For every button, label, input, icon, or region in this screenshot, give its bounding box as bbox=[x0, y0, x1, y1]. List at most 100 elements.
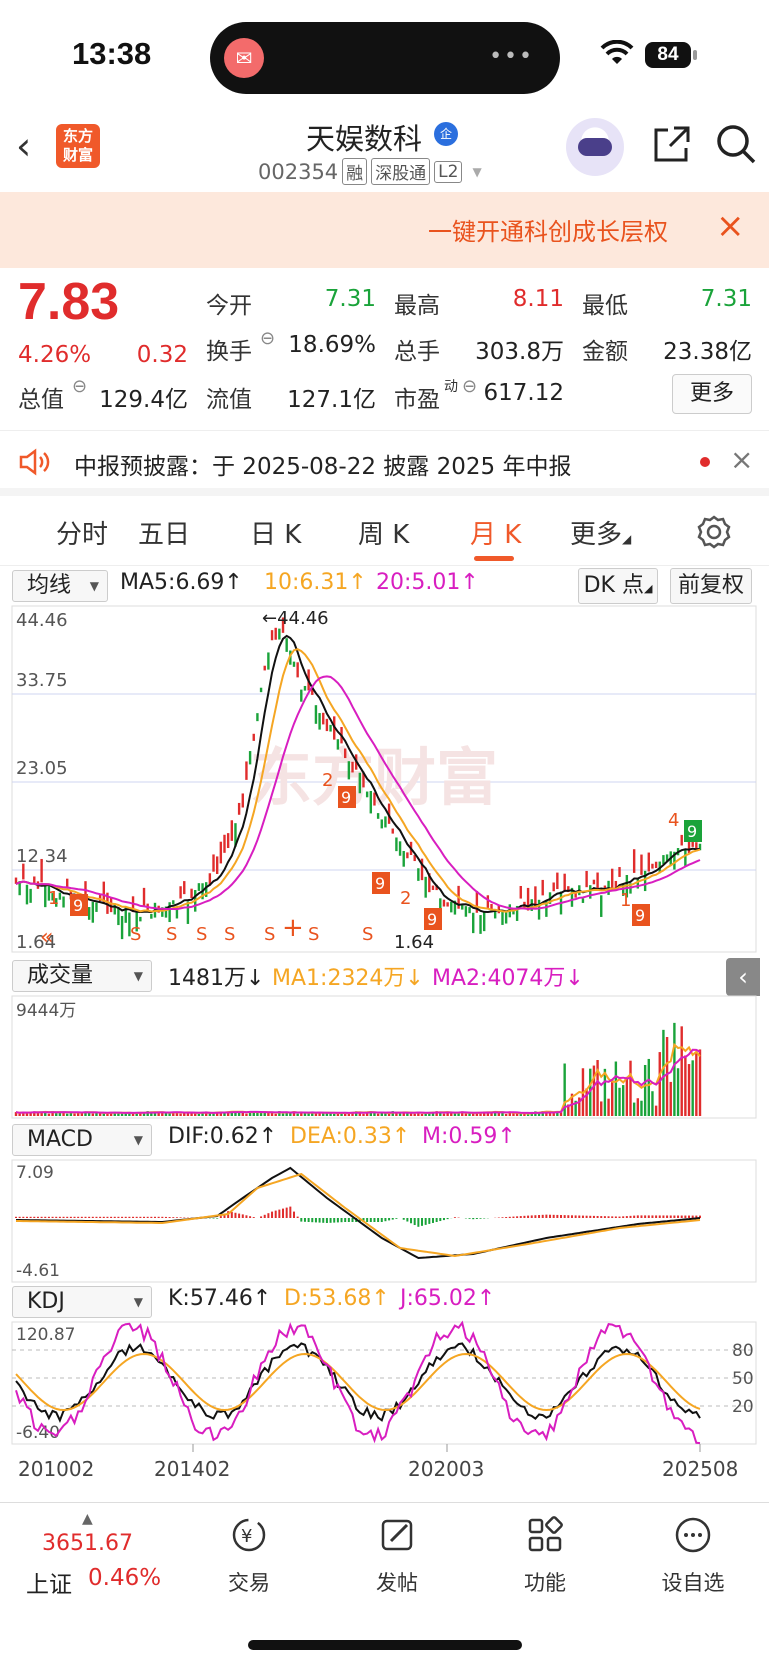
volume-bar bbox=[600, 1101, 603, 1116]
candle bbox=[303, 685, 307, 691]
kdj-chart[interactable]: 120.87 -6.40 80 50 20 201002 201402 2020… bbox=[0, 1320, 769, 1500]
index-name[interactable]: 上证 bbox=[26, 1565, 72, 1599]
volume-indicator-row: 成交量 ▼ 1481万↓ MA1:2324万↓ MA2:4074万↓ bbox=[0, 958, 769, 994]
candle bbox=[318, 713, 321, 730]
share-icon[interactable] bbox=[650, 124, 692, 166]
indicator-selector[interactable]: MACD ▼ bbox=[12, 1124, 152, 1156]
adjust-button[interactable]: 前复权 bbox=[670, 568, 752, 604]
tab-weekly-k[interactable]: 周 K bbox=[358, 514, 409, 551]
tab-daily-k[interactable]: 日 K bbox=[250, 514, 301, 551]
candle bbox=[552, 882, 555, 892]
battery-tip bbox=[693, 50, 697, 60]
chart-frame bbox=[11, 1321, 757, 1445]
macd-bar bbox=[410, 1218, 413, 1224]
mcap-label: 总值 bbox=[18, 387, 64, 413]
macd-bar bbox=[344, 1218, 347, 1222]
macd-bar bbox=[230, 1211, 233, 1218]
volume-bar bbox=[618, 1087, 621, 1116]
pe-value: 617.12 bbox=[483, 380, 564, 406]
macd-bar bbox=[384, 1218, 387, 1222]
close-icon[interactable]: × bbox=[716, 206, 745, 246]
volume-bar bbox=[654, 1105, 658, 1116]
collapse-arrow-icon[interactable]: ‹ bbox=[726, 958, 760, 996]
tab-five-day[interactable]: 五日 bbox=[138, 514, 190, 551]
volume-bar bbox=[55, 1113, 58, 1116]
high-label: 最高 bbox=[394, 293, 440, 319]
macd-bar bbox=[267, 1213, 270, 1218]
indicator-selector[interactable]: KDJ ▼ bbox=[12, 1286, 152, 1318]
m-value: M:0.59↑ bbox=[422, 1124, 516, 1149]
volume-chart[interactable]: 9444万 bbox=[0, 994, 769, 1120]
volume-bar bbox=[98, 1113, 102, 1116]
candle bbox=[680, 834, 683, 846]
app-logo[interactable]: 东方 财富 bbox=[56, 124, 100, 168]
candle bbox=[29, 888, 32, 903]
ai-assistant-icon[interactable] bbox=[566, 118, 624, 176]
candle bbox=[439, 898, 442, 909]
macd-bar bbox=[263, 1214, 266, 1218]
macd-bar bbox=[29, 1216, 32, 1218]
macd-bar bbox=[216, 1218, 219, 1219]
macd-chart[interactable]: 7.09 -4.61 bbox=[0, 1158, 769, 1284]
macd-indicator-row: MACD ▼ DIF:0.62↑ DEA:0.33↑ M:0.59↑ bbox=[0, 1122, 769, 1158]
wifi-icon bbox=[600, 40, 634, 64]
candle bbox=[406, 852, 409, 859]
candle bbox=[248, 751, 252, 765]
macd-bar bbox=[527, 1215, 530, 1218]
macd-bar bbox=[88, 1216, 91, 1218]
back-icon[interactable]: ‹ bbox=[16, 124, 31, 168]
more-button[interactable]: 更多 bbox=[672, 374, 752, 414]
candle bbox=[446, 902, 449, 907]
indicator-selector[interactable]: 均线 ▼ bbox=[12, 570, 108, 602]
volume-bar bbox=[651, 1091, 654, 1116]
macd-bar bbox=[340, 1218, 343, 1223]
trade-button[interactable]: ¥ 交易 bbox=[204, 1515, 294, 1597]
candle bbox=[91, 901, 95, 923]
functions-button[interactable]: 功能 bbox=[500, 1515, 590, 1597]
dk-point-button[interactable]: DK 点◢ bbox=[578, 568, 658, 604]
close-icon[interactable]: × bbox=[730, 443, 753, 476]
macd-bar bbox=[574, 1215, 577, 1218]
candle bbox=[245, 761, 248, 780]
index-percent[interactable]: 0.46% bbox=[88, 1565, 161, 1591]
notice-bar[interactable]: 中报预披露：于 2025-08-22 披露 2025 年中报 × bbox=[0, 430, 769, 496]
macd-bar bbox=[271, 1211, 274, 1218]
search-icon[interactable] bbox=[714, 122, 758, 166]
banner-text[interactable]: 一键开通科创成长层权 bbox=[428, 212, 692, 247]
macd-bar bbox=[556, 1214, 559, 1218]
candle bbox=[314, 705, 318, 724]
watchlist-button[interactable]: 设自选 bbox=[648, 1515, 738, 1597]
volume-bar bbox=[636, 1098, 640, 1116]
promo-banner[interactable]: 一键开通科创成长层权 × bbox=[0, 192, 769, 268]
svg-text:9: 9 bbox=[687, 822, 697, 841]
macd-bar bbox=[570, 1215, 573, 1218]
volume-bar bbox=[691, 1060, 694, 1116]
candlestick-chart[interactable]: 东方财富 44.46 33.75 23.05 12.34 1.64 S S S … bbox=[0, 604, 769, 954]
volume-bar bbox=[183, 1113, 186, 1116]
turnover-value: 18.69% bbox=[288, 332, 376, 358]
candle bbox=[687, 840, 691, 854]
macd-bar bbox=[77, 1216, 80, 1218]
y-tick-top: 7.09 bbox=[16, 1163, 54, 1183]
gear-icon[interactable] bbox=[696, 514, 732, 550]
macd-bar bbox=[475, 1218, 478, 1219]
macd-bar bbox=[669, 1215, 672, 1218]
macd-bar bbox=[421, 1218, 424, 1226]
info-icon[interactable]: ⊖ bbox=[260, 328, 275, 349]
macd-bar bbox=[545, 1214, 548, 1218]
more-dots-icon: ••• bbox=[489, 44, 534, 69]
tab-more[interactable]: 更多◢ bbox=[570, 514, 631, 551]
indicator-selector[interactable]: 成交量 ▼ bbox=[12, 960, 152, 992]
info-icon[interactable]: ⊖ bbox=[72, 376, 87, 397]
post-button[interactable]: 发帖 bbox=[352, 1515, 442, 1597]
index-value[interactable]: 3651.67 bbox=[42, 1531, 133, 1556]
candle bbox=[651, 863, 654, 869]
candle bbox=[183, 881, 186, 895]
volume-bar bbox=[380, 1113, 383, 1116]
macd-bar bbox=[589, 1215, 592, 1218]
tab-intraday[interactable]: 分时 bbox=[56, 514, 108, 551]
tab-monthly-k[interactable]: 月 K bbox=[470, 514, 521, 551]
stock-code-row[interactable]: 002354 融 深股通 L2 ▼ bbox=[258, 158, 482, 185]
notice-text[interactable]: 中报预披露：于 2025-08-22 披露 2025 年中报 bbox=[74, 447, 571, 481]
macd-bar bbox=[146, 1216, 149, 1218]
